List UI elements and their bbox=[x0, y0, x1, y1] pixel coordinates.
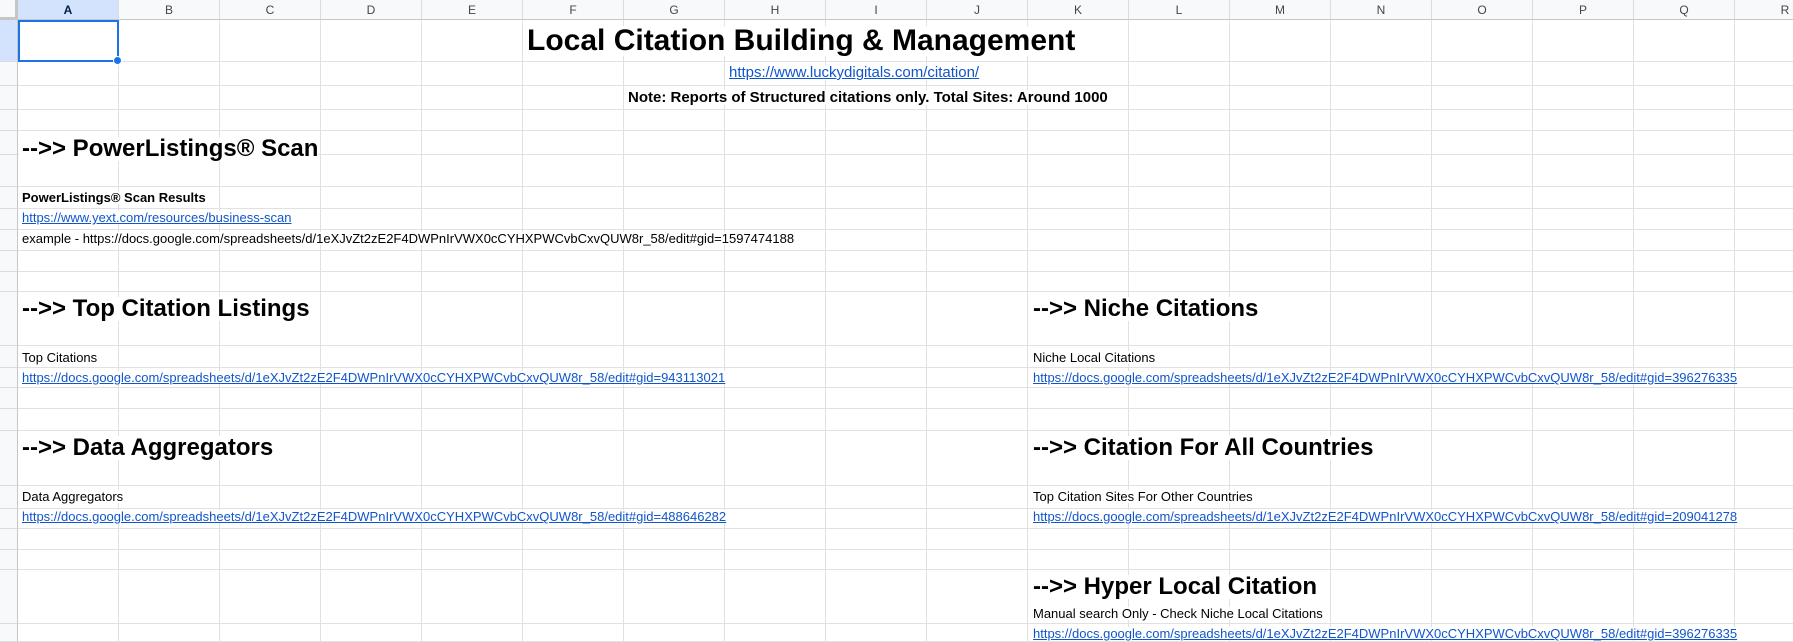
grid-row-line bbox=[18, 85, 1793, 86]
grid-row-line bbox=[18, 345, 1793, 346]
powerlistings-heading: -->> PowerListings® Scan bbox=[19, 137, 319, 161]
row-header[interactable] bbox=[0, 20, 18, 62]
data-aggregators-heading: -->> Data Aggregators bbox=[19, 436, 274, 460]
column-header-o[interactable]: O bbox=[1432, 0, 1533, 20]
row-header[interactable] bbox=[0, 209, 18, 230]
grid-row-line bbox=[18, 186, 1793, 187]
note-text: Note: Reports of Structured citations on… bbox=[625, 90, 1108, 105]
row-header[interactable] bbox=[0, 529, 18, 550]
row-header[interactable] bbox=[0, 486, 18, 509]
row-header[interactable] bbox=[0, 368, 18, 388]
row-header[interactable] bbox=[0, 292, 18, 346]
top-citations-label: Top Citations bbox=[19, 351, 98, 364]
row-header[interactable] bbox=[0, 624, 18, 642]
row-header[interactable] bbox=[0, 388, 18, 409]
column-header-d[interactable]: D bbox=[321, 0, 422, 20]
column-header-n[interactable]: N bbox=[1331, 0, 1432, 20]
column-header-b[interactable]: B bbox=[119, 0, 220, 20]
column-header-c[interactable]: C bbox=[220, 0, 321, 20]
column-header-e[interactable]: E bbox=[422, 0, 523, 20]
all-countries-label: Top Citation Sites For Other Countries bbox=[1030, 490, 1253, 503]
grid-row-line bbox=[18, 549, 1793, 550]
row-header[interactable] bbox=[0, 431, 18, 486]
column-header-k[interactable]: K bbox=[1028, 0, 1129, 20]
all-countries-heading: -->> Citation For All Countries bbox=[1030, 436, 1374, 460]
grid-row-line bbox=[18, 271, 1793, 272]
grid-row-line bbox=[18, 229, 1793, 230]
top-citations-heading: -->> Top Citation Listings bbox=[19, 297, 310, 321]
niche-citations-link[interactable]: https://docs.google.com/spreadsheets/d/1… bbox=[1030, 371, 1738, 384]
column-header-q[interactable]: Q bbox=[1634, 0, 1735, 20]
row-header[interactable] bbox=[0, 230, 18, 251]
row-header[interactable] bbox=[0, 131, 18, 155]
grid-row-line bbox=[18, 485, 1793, 486]
column-header-g[interactable]: G bbox=[624, 0, 725, 20]
grid-row-line bbox=[18, 130, 1793, 131]
hyper-local-link[interactable]: https://docs.google.com/spreadsheets/d/1… bbox=[1030, 627, 1738, 640]
powerlistings-example: example - https://docs.google.com/spread… bbox=[19, 232, 795, 245]
grid-row-line bbox=[18, 208, 1793, 209]
powerlistings-label: PowerListings® Scan Results bbox=[19, 191, 206, 204]
grid-row-line bbox=[18, 387, 1793, 388]
column-header-m[interactable]: M bbox=[1230, 0, 1331, 20]
niche-citations-label: Niche Local Citations bbox=[1030, 351, 1156, 364]
data-aggregators-link[interactable]: https://docs.google.com/spreadsheets/d/1… bbox=[19, 510, 727, 523]
grid-row-line bbox=[18, 528, 1793, 529]
column-header-r[interactable]: R bbox=[1735, 0, 1793, 20]
column-header-i[interactable]: I bbox=[826, 0, 927, 20]
data-aggregators-label: Data Aggregators bbox=[19, 490, 124, 503]
top-citations-link[interactable]: https://docs.google.com/spreadsheets/d/1… bbox=[19, 371, 726, 384]
active-cell-selection[interactable] bbox=[18, 20, 122, 65]
fill-handle[interactable] bbox=[113, 56, 122, 65]
column-header-a[interactable]: A bbox=[18, 0, 119, 20]
grid-row-line bbox=[18, 430, 1793, 431]
row-header[interactable] bbox=[0, 409, 18, 431]
column-header-l[interactable]: L bbox=[1129, 0, 1230, 20]
grid-row-line bbox=[18, 250, 1793, 251]
row-header[interactable] bbox=[0, 272, 18, 292]
citation-url-link[interactable]: https://www.luckydigitals.com/citation/ bbox=[726, 65, 980, 80]
grid-row-line bbox=[18, 109, 1793, 110]
row-header[interactable] bbox=[0, 110, 18, 131]
row-header[interactable] bbox=[0, 570, 18, 624]
row-header[interactable] bbox=[0, 346, 18, 368]
all-countries-link[interactable]: https://docs.google.com/spreadsheets/d/1… bbox=[1030, 510, 1738, 523]
niche-citations-heading: -->> Niche Citations bbox=[1030, 297, 1259, 321]
row-header[interactable] bbox=[0, 550, 18, 570]
grid-row-line bbox=[18, 61, 1793, 62]
row-header[interactable] bbox=[0, 86, 18, 110]
grid-row-line bbox=[18, 623, 1793, 624]
column-header-j[interactable]: J bbox=[927, 0, 1028, 20]
select-all-corner[interactable] bbox=[0, 0, 18, 20]
row-header[interactable] bbox=[0, 251, 18, 272]
grid-row-line bbox=[18, 291, 1793, 292]
column-header-p[interactable]: P bbox=[1533, 0, 1634, 20]
hyper-local-heading: -->> Hyper Local Citation bbox=[1030, 575, 1318, 599]
grid-row-line bbox=[18, 408, 1793, 409]
powerlistings-link[interactable]: https://www.yext.com/resources/business-… bbox=[19, 211, 292, 224]
row-header[interactable] bbox=[0, 187, 18, 209]
column-header-h[interactable]: H bbox=[725, 0, 826, 20]
row-header[interactable] bbox=[0, 509, 18, 529]
sheet-title: Local Citation Building & Management bbox=[524, 26, 1076, 56]
hyper-local-label: Manual search Only - Check Niche Local C… bbox=[1030, 607, 1323, 620]
grid-row-line bbox=[18, 569, 1793, 570]
grid-row-line bbox=[18, 367, 1793, 368]
row-header[interactable] bbox=[0, 62, 18, 86]
column-header-f[interactable]: F bbox=[523, 0, 624, 20]
row-header[interactable] bbox=[0, 155, 18, 187]
